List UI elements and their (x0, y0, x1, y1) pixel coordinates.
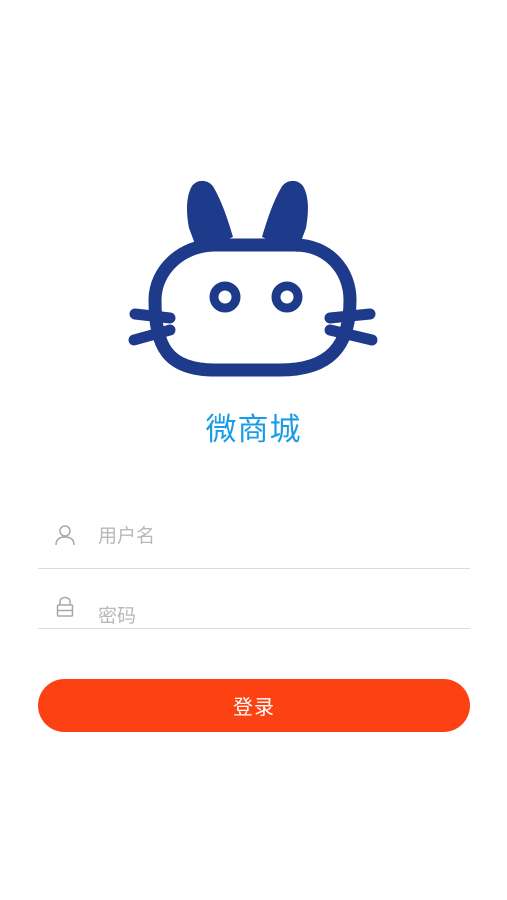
lock-icon (54, 596, 76, 618)
app-title: 微商城 (205, 412, 302, 448)
username-field[interactable] (38, 508, 470, 569)
username-input[interactable] (98, 522, 458, 550)
cat-mascot-logo-icon (128, 180, 378, 377)
password-input[interactable] (98, 602, 458, 630)
password-field[interactable] (38, 588, 470, 630)
user-icon (54, 524, 76, 546)
login-button[interactable]: 登录 (38, 679, 470, 732)
